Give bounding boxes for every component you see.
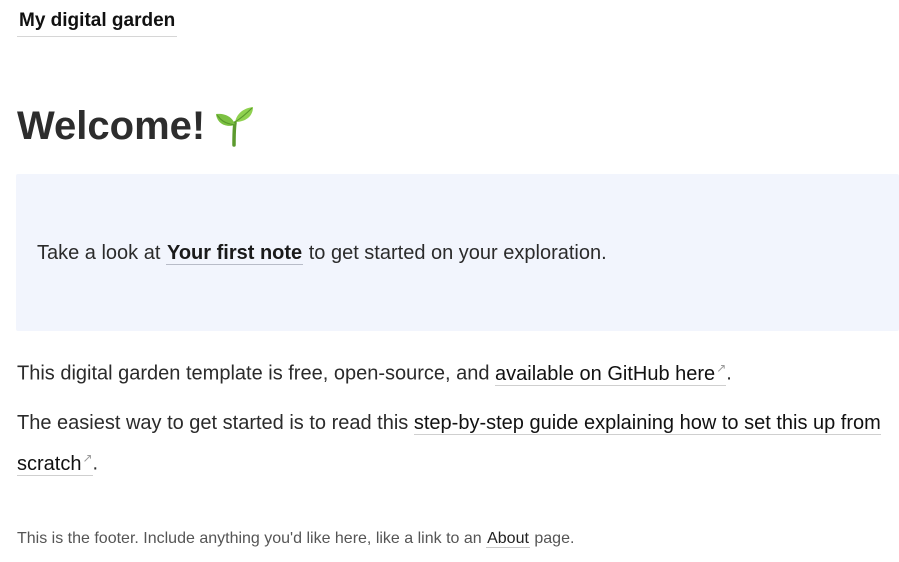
intro-paragraph: This digital garden template is free, op… [17, 351, 897, 392]
page-title: Welcome! [17, 104, 206, 148]
site-title-link[interactable]: My digital garden [17, 8, 178, 37]
callout-box: Take a look at Your first note to get st… [16, 174, 899, 331]
callout-prefix: Take a look at [37, 242, 166, 264]
callout-suffix: to get started on your exploration. [303, 242, 607, 264]
external-link-icon: ↗ [716, 361, 727, 375]
first-note-link[interactable]: Your first note [165, 242, 304, 265]
external-link-icon: ↗ [82, 451, 93, 465]
github-link[interactable]: available on GitHub here↗ [495, 361, 727, 386]
github-link-label: available on GitHub here [495, 362, 716, 385]
guide-paragraph: The easiest way to get started is to rea… [17, 406, 897, 482]
footer: This is the footer. Include anything you… [17, 528, 574, 550]
guide-prefix: The easiest way to get started is to rea… [17, 412, 414, 434]
intro-suffix: . [726, 362, 732, 385]
guide-suffix: . [92, 452, 99, 475]
footer-prefix: This is the footer. Include anything you… [17, 530, 487, 547]
footer-suffix: page. [529, 530, 575, 547]
page: My digital garden Welcome! Take a look a… [0, 0, 899, 562]
callout-text: Take a look at Your first note to get st… [37, 238, 607, 268]
about-link[interactable]: About [486, 530, 530, 548]
seedling-icon [213, 105, 255, 147]
intro-prefix: This digital garden template is free, op… [17, 362, 496, 385]
page-heading: Welcome! [17, 100, 255, 152]
